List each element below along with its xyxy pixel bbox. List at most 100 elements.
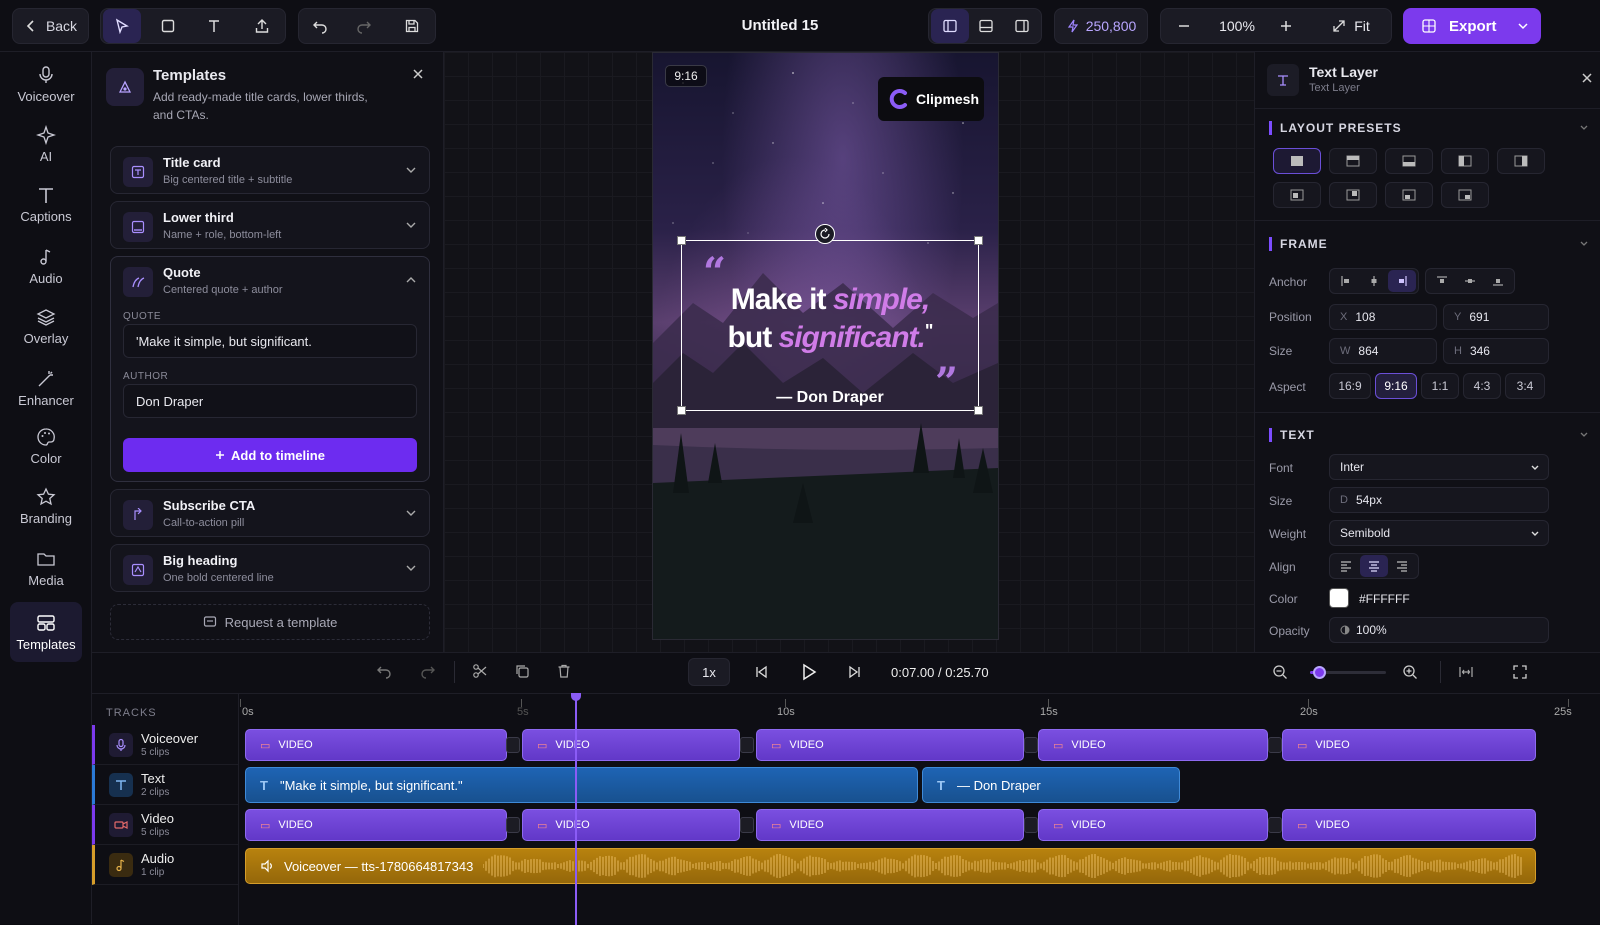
timeline-zoom-thumb[interactable]: [1313, 666, 1326, 679]
zoom-in-button[interactable]: [1267, 9, 1305, 43]
transition-marker[interactable]: [740, 737, 754, 753]
anchor-right[interactable]: [1388, 270, 1416, 292]
text-tool[interactable]: [195, 9, 233, 43]
rail-item-captions[interactable]: Captions: [10, 176, 82, 232]
preset-pip-top[interactable]: [1329, 182, 1377, 208]
quote-input[interactable]: 'Make it simple, but significant.: [123, 324, 417, 358]
layout-right-panel[interactable]: [1003, 9, 1041, 43]
video-clip-2[interactable]: ▭ VIDEO: [522, 809, 740, 841]
audio-clip-voiceover[interactable]: Voiceover — tts-1780664817343: [245, 848, 1536, 884]
preset-right[interactable]: [1497, 148, 1545, 174]
text-clip-author[interactable]: T — Don Draper: [922, 767, 1180, 803]
rail-item-overlay[interactable]: Overlay: [10, 298, 82, 354]
transition-marker[interactable]: [1268, 817, 1282, 833]
transition-marker[interactable]: [1024, 817, 1038, 833]
track-header-voiceover[interactable]: Voiceover 5 clips: [92, 725, 238, 765]
video-clip-4[interactable]: ▭ VIDEO: [1038, 809, 1268, 841]
color-value[interactable]: #FFFFFF: [1359, 592, 1410, 606]
delete-button[interactable]: [556, 663, 572, 679]
export-button[interactable]: Export: [1403, 8, 1541, 44]
rail-item-color[interactable]: Color: [10, 418, 82, 474]
timeline-undo-button[interactable]: [376, 663, 392, 679]
voiceover-clip-1[interactable]: ▭ VIDEO: [245, 729, 507, 761]
font-select[interactable]: Inter: [1329, 454, 1549, 480]
color-swatch[interactable]: [1329, 588, 1349, 608]
transition-marker[interactable]: [506, 737, 520, 753]
aspect-4-3[interactable]: 4:3: [1463, 373, 1501, 399]
anchor-left[interactable]: [1332, 270, 1360, 292]
rail-item-branding[interactable]: Branding: [10, 478, 82, 534]
playhead[interactable]: [575, 693, 577, 925]
anchor-bottom[interactable]: [1484, 270, 1512, 292]
voiceover-clip-2[interactable]: ▭ VIDEO: [522, 729, 740, 761]
preset-bottom[interactable]: [1385, 148, 1433, 174]
aspect-16-9[interactable]: 16:9: [1329, 373, 1371, 399]
resize-handle-br[interactable]: [974, 406, 983, 415]
anchor-middle[interactable]: [1456, 270, 1484, 292]
track-header-video[interactable]: Video 5 clips: [92, 805, 238, 845]
skip-back-button[interactable]: [754, 665, 768, 679]
rail-item-voiceover[interactable]: Voiceover: [10, 56, 82, 112]
track-header-audio[interactable]: Audio 1 clip: [92, 845, 238, 885]
rectangle-tool[interactable]: [149, 9, 187, 43]
fit-timeline-button[interactable]: [1458, 664, 1474, 680]
align-right-button[interactable]: [1388, 555, 1416, 577]
request-template-button[interactable]: Request a template: [110, 604, 430, 640]
align-left-button[interactable]: [1332, 555, 1360, 577]
preset-left[interactable]: [1441, 148, 1489, 174]
redo-button[interactable]: [345, 9, 383, 43]
preset-pip-left[interactable]: [1273, 182, 1321, 208]
timeline-zoom-in-button[interactable]: [1402, 664, 1418, 680]
video-preview[interactable]: 9:16 Clipmesh “ ” Make it simple, but si…: [652, 52, 999, 640]
preset-full[interactable]: [1273, 148, 1321, 174]
play-button[interactable]: [800, 663, 818, 681]
weight-select[interactable]: Semibold: [1329, 520, 1549, 546]
split-button[interactable]: [472, 663, 488, 679]
template-subscribe-cta[interactable]: Subscribe CTA Call-to-action pill: [110, 489, 430, 537]
voiceover-clip-4[interactable]: ▭ VIDEO: [1038, 729, 1268, 761]
credits-badge[interactable]: 250,800: [1054, 8, 1148, 44]
layout-left-panel[interactable]: [931, 9, 969, 43]
text-clip-quote[interactable]: T "Make it simple, but significant.": [245, 767, 918, 803]
resize-handle-tl[interactable]: [677, 236, 686, 245]
transition-marker[interactable]: [506, 817, 520, 833]
rail-item-ai[interactable]: AI: [10, 116, 82, 172]
fit-button[interactable]: Fit: [1311, 9, 1391, 43]
back-button[interactable]: Back: [12, 8, 89, 44]
preset-pip-bottom-left[interactable]: [1385, 182, 1433, 208]
preset-pip-bottom-right[interactable]: [1441, 182, 1489, 208]
chevron-down-icon[interactable]: [1579, 239, 1589, 249]
anchor-center[interactable]: [1360, 270, 1388, 292]
video-clip-5[interactable]: ▭ VIDEO: [1282, 809, 1536, 841]
close-templates-button[interactable]: [412, 68, 424, 80]
template-lower-third[interactable]: Lower third Name + role, bottom-left: [110, 201, 430, 249]
layout-bottom-panel[interactable]: [967, 9, 1005, 43]
aspect-9-16[interactable]: 9:16: [1375, 373, 1417, 399]
undo-button[interactable]: [301, 9, 339, 43]
playback-speed-button[interactable]: 1x: [688, 658, 730, 686]
chevron-up-icon[interactable]: [405, 274, 417, 286]
close-inspector-button[interactable]: [1581, 72, 1593, 84]
rail-item-templates[interactable]: Templates: [10, 602, 82, 662]
chevron-down-icon[interactable]: [1579, 123, 1589, 133]
height-field[interactable]: H 346: [1443, 338, 1549, 364]
rail-item-audio[interactable]: Audio: [10, 238, 82, 294]
fullscreen-button[interactable]: [1512, 664, 1528, 680]
skip-forward-button[interactable]: [848, 665, 862, 679]
aspect-3-4[interactable]: 3:4: [1505, 373, 1545, 399]
video-clip-1[interactable]: ▭ VIDEO: [245, 809, 507, 841]
timeline-redo-button[interactable]: [420, 663, 436, 679]
template-big-heading[interactable]: Big heading One bold centered line: [110, 544, 430, 592]
rail-item-enhancer[interactable]: Enhancer: [10, 360, 82, 416]
voiceover-clip-3[interactable]: ▭ VIDEO: [756, 729, 1024, 761]
duplicate-button[interactable]: [514, 663, 530, 679]
template-title-card[interactable]: Title card Big centered title + subtitle: [110, 146, 430, 194]
transition-marker[interactable]: [740, 817, 754, 833]
timeline-zoom-out-button[interactable]: [1272, 664, 1288, 680]
width-field[interactable]: W 864: [1329, 338, 1437, 364]
author-input[interactable]: Don Draper: [123, 384, 417, 418]
add-to-timeline-button[interactable]: Add to timeline: [123, 438, 417, 472]
opacity-field[interactable]: 100%: [1329, 617, 1549, 643]
video-clip-3[interactable]: ▭ VIDEO: [756, 809, 1024, 841]
resize-handle-bl[interactable]: [677, 406, 686, 415]
